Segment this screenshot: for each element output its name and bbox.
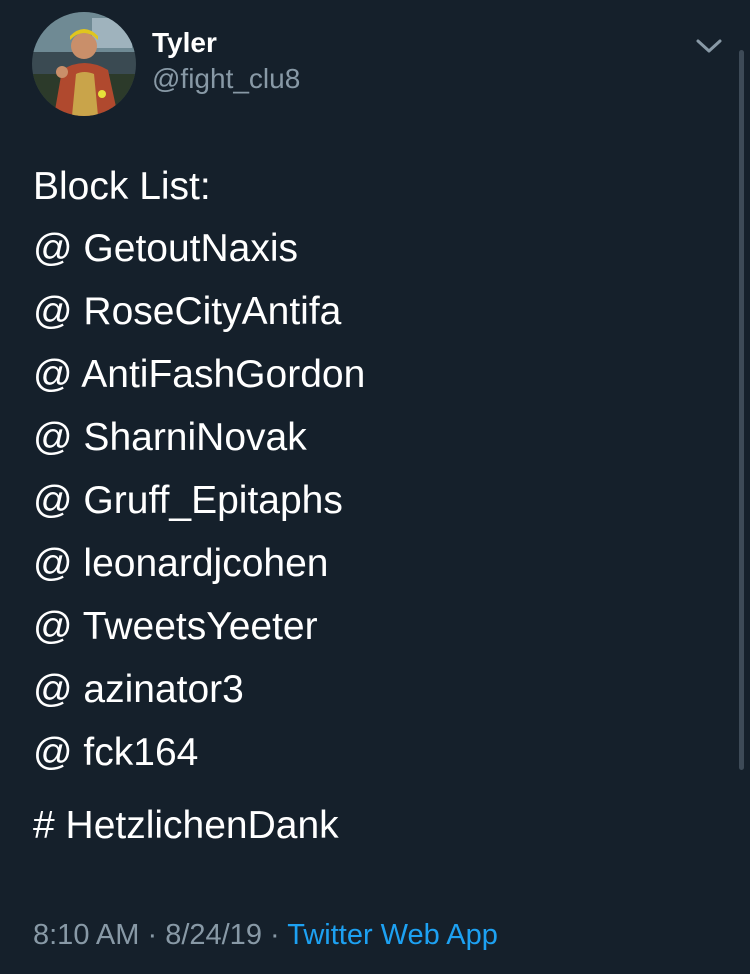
avatar-image <box>32 12 136 116</box>
hashtag-link[interactable]: # HetzlichenDank <box>33 804 365 848</box>
tweet-metadata: 8:10 AM · 8/24/19 · Twitter Web App <box>33 916 498 954</box>
separator-dot: · <box>261 919 288 951</box>
mention-link[interactable]: @ leonardjcohen <box>33 542 365 605</box>
tweet-source-link[interactable]: Twitter Web App <box>287 919 498 951</box>
mention-link[interactable]: @ SharniNovak <box>33 416 365 479</box>
author-avatar[interactable] <box>32 12 136 116</box>
mention-link[interactable]: @ AntiFashGordon <box>33 353 365 416</box>
scrollbar[interactable] <box>739 50 744 770</box>
mention-link[interactable]: @ RoseCityAntifa <box>33 290 365 353</box>
tweet-heading: Block List: <box>33 165 211 208</box>
tweet-card: Tyler @fight_clu8 Block List: @ GetoutNa… <box>0 0 750 974</box>
author-handle[interactable]: @fight_clu8 <box>152 62 300 96</box>
separator-dot: · <box>139 919 166 951</box>
mention-link[interactable]: @ fck164 <box>33 731 365 794</box>
tweet-text: Block List: @ GetoutNaxis @ RoseCityAnti… <box>33 165 365 848</box>
tweet-time[interactable]: 8:10 AM <box>33 919 139 951</box>
chevron-down-icon[interactable] <box>692 32 726 60</box>
tweet-date[interactable]: 8/24/19 <box>165 919 262 951</box>
mention-link[interactable]: @ Gruff_Epitaphs <box>33 479 365 542</box>
mention-link[interactable]: @ GetoutNaxis <box>33 227 365 290</box>
author-name[interactable]: Tyler <box>152 26 217 60</box>
mention-link[interactable]: @ TweetsYeeter <box>33 605 365 668</box>
mention-link[interactable]: @ azinator3 <box>33 668 365 731</box>
